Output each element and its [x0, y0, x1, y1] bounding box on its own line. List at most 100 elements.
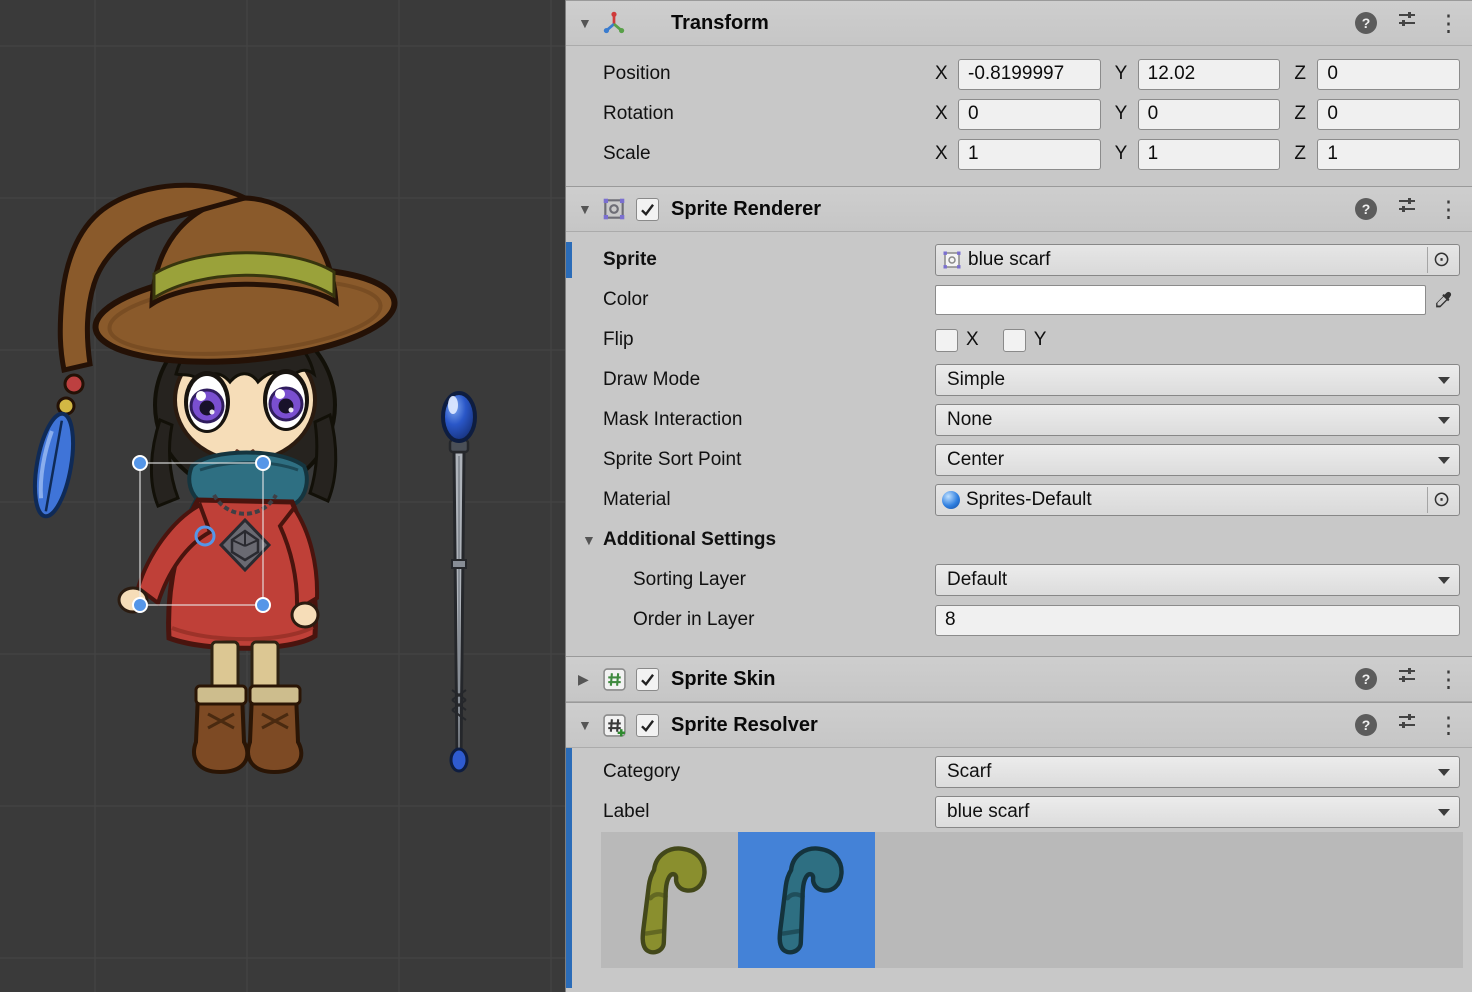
position-label: Position	[603, 63, 935, 85]
rotation-y-field[interactable]: 0	[1138, 99, 1281, 130]
label-dropdown[interactable]: blue scarf	[935, 796, 1460, 828]
sprite-row: Sprite blue scarf ⊙	[566, 240, 1472, 280]
axis-x-label: X	[935, 143, 958, 165]
kebab-menu-icon[interactable]: ⋮	[1437, 714, 1458, 737]
help-icon[interactable]: ?	[1355, 198, 1377, 220]
dropdown-arrow-icon	[1438, 377, 1450, 390]
flip-x-label: X	[966, 329, 979, 351]
transform-header[interactable]: ▼ Transform ? ⋮	[566, 0, 1472, 46]
order-in-layer-field[interactable]: 8	[935, 605, 1460, 636]
component-title: Sprite Resolver	[671, 714, 818, 737]
material-object-field[interactable]: Sprites-Default ⊙	[935, 484, 1460, 516]
color-label: Color	[603, 289, 935, 311]
sorting-layer-row: Sorting Layer Default	[566, 560, 1472, 600]
scene-canvas[interactable]	[0, 0, 565, 992]
axis-z-label: Z	[1294, 63, 1317, 85]
mask-interaction-label: Mask Interaction	[603, 409, 935, 431]
sprite-resolver-header[interactable]: ▼ Sprite Resolver ? ⋮	[566, 702, 1472, 748]
preset-icon[interactable]	[1397, 666, 1417, 692]
sprite-renderer-header[interactable]: ▼ Sprite Renderer ? ⋮	[566, 186, 1472, 232]
selection-handle-bottom-right[interactable]	[256, 598, 270, 612]
scene-view[interactable]	[0, 0, 565, 992]
additional-settings-label: Additional Settings	[603, 529, 1460, 551]
category-dropdown[interactable]: Scarf	[935, 756, 1460, 788]
dropdown-value: Scarf	[947, 761, 991, 783]
dropdown-arrow-icon	[1438, 809, 1450, 822]
kebab-menu-icon[interactable]: ⋮	[1437, 198, 1458, 221]
category-row: Category Scarf	[566, 752, 1472, 792]
foldout-open-icon[interactable]: ▼	[582, 532, 603, 548]
selection-handle-top-left[interactable]	[133, 456, 147, 470]
sprite-value: blue scarf	[962, 249, 1427, 271]
rotation-z-field[interactable]: 0	[1317, 99, 1460, 130]
dropdown-value: Center	[947, 449, 1004, 471]
character-sprite[interactable]	[28, 185, 398, 772]
material-label: Material	[603, 489, 935, 511]
preset-icon[interactable]	[1397, 712, 1417, 738]
scale-y-field[interactable]: 1	[1138, 139, 1281, 170]
eyedropper-icon[interactable]	[1426, 285, 1460, 315]
order-in-layer-row: Order in Layer 8	[566, 600, 1472, 640]
unity-editor: ▼ Transform ? ⋮ Position	[0, 0, 1472, 992]
sprite-variant-green-scarf[interactable]	[601, 832, 738, 968]
sprite-skin-icon	[600, 665, 628, 693]
material-icon	[942, 491, 960, 509]
object-picker-icon[interactable]: ⊙	[1427, 247, 1455, 273]
sorting-layer-dropdown[interactable]: Default	[935, 564, 1460, 596]
selection-handle-top-right[interactable]	[256, 456, 270, 470]
draw-mode-label: Draw Mode	[603, 369, 935, 391]
position-x-field[interactable]: -0.8199997	[958, 59, 1101, 90]
foldout-closed-icon[interactable]: ▶	[578, 671, 600, 688]
material-value: Sprites-Default	[960, 489, 1427, 511]
component-title: Sprite Skin	[671, 668, 775, 691]
label-row: Label blue scarf	[566, 792, 1472, 832]
order-in-layer-label: Order in Layer	[633, 609, 935, 631]
scale-x-field[interactable]: 1	[958, 139, 1101, 170]
kebab-menu-icon[interactable]: ⋮	[1437, 668, 1458, 691]
help-icon[interactable]: ?	[1355, 714, 1377, 736]
color-swatch[interactable]	[935, 285, 1426, 315]
sprite-resolver-icon	[600, 711, 628, 739]
category-label: Category	[603, 761, 935, 783]
help-icon[interactable]: ?	[1355, 12, 1377, 34]
material-row: Material Sprites-Default ⊙	[566, 480, 1472, 520]
prefab-override-bar	[566, 242, 572, 278]
foldout-open-icon[interactable]: ▼	[578, 717, 600, 733]
component-enabled-checkbox[interactable]	[636, 198, 659, 221]
dropdown-arrow-icon	[1438, 769, 1450, 782]
position-y-field[interactable]: 12.02	[1138, 59, 1281, 90]
preset-icon[interactable]	[1397, 10, 1417, 36]
flip-y-checkbox[interactable]	[1003, 329, 1026, 352]
sprite-skin-header[interactable]: ▶ Sprite Skin ? ⋮	[566, 656, 1472, 702]
kebab-menu-icon[interactable]: ⋮	[1437, 12, 1458, 35]
sprite-sort-point-dropdown[interactable]: Center	[935, 444, 1460, 476]
position-z-field[interactable]: 0	[1317, 59, 1460, 90]
mask-interaction-dropdown[interactable]: None	[935, 404, 1460, 436]
sprite-variant-strip	[601, 832, 1463, 968]
component-title: Sprite Renderer	[671, 198, 821, 221]
sprite-label: Sprite	[603, 249, 935, 271]
selection-handle-bottom-left[interactable]	[133, 598, 147, 612]
sprite-object-field[interactable]: blue scarf ⊙	[935, 244, 1460, 276]
draw-mode-dropdown[interactable]: Simple	[935, 364, 1460, 396]
scale-z-field[interactable]: 1	[1317, 139, 1460, 170]
staff-sprite[interactable]	[443, 393, 475, 771]
dropdown-arrow-icon	[1438, 577, 1450, 590]
dropdown-value: Default	[947, 569, 1007, 591]
rotation-x-field[interactable]: 0	[958, 99, 1101, 130]
additional-settings-row[interactable]: ▼ Additional Settings	[566, 520, 1472, 560]
preset-icon[interactable]	[1397, 196, 1417, 222]
foldout-open-icon[interactable]: ▼	[578, 15, 600, 31]
sprite-resolver-body: Category Scarf Label blue scarf	[566, 748, 1472, 968]
draw-mode-row: Draw Mode Simple	[566, 360, 1472, 400]
axis-x-label: X	[935, 103, 958, 125]
foldout-open-icon[interactable]: ▼	[578, 201, 600, 217]
flip-x-checkbox[interactable]	[935, 329, 958, 352]
component-enabled-checkbox[interactable]	[636, 668, 659, 691]
object-picker-icon[interactable]: ⊙	[1427, 487, 1455, 513]
sprite-variant-blue-scarf[interactable]	[738, 832, 875, 968]
help-icon[interactable]: ?	[1355, 668, 1377, 690]
component-enabled-checkbox[interactable]	[636, 714, 659, 737]
dropdown-value: blue scarf	[947, 801, 1029, 823]
axis-z-label: Z	[1294, 143, 1317, 165]
